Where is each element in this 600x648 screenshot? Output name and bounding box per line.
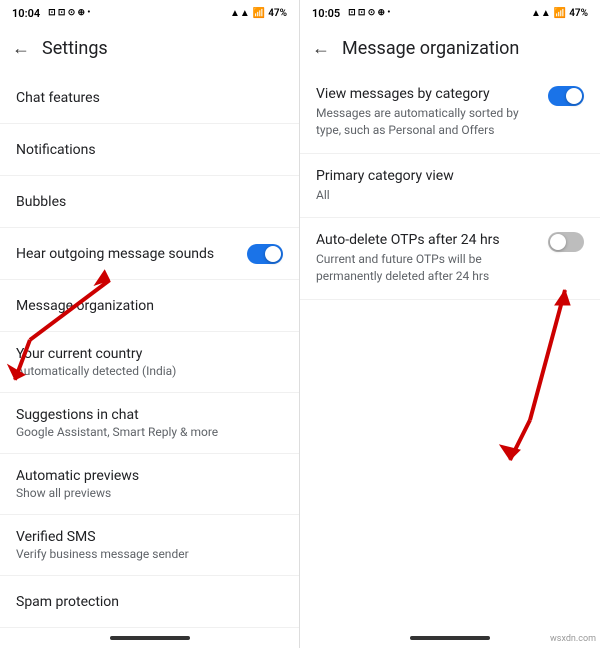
view-by-category-toggle[interactable] [548, 86, 584, 106]
status-icons-right: ▲▲ 📶 47% [531, 8, 588, 19]
left-home-indicator [0, 628, 299, 648]
suggestions-subtitle: Google Assistant, Smart Reply & more [16, 425, 283, 439]
left-status-bar: 10:04 ⊡ ⊡ ⊙ ⊕ • ▲▲ 📶 47% [0, 0, 299, 24]
status-time-left: 10:04 ⊡ ⊡ ⊙ ⊕ • [12, 7, 90, 20]
primary-category-title: Primary category view [316, 168, 576, 184]
left-screen-title: Settings [42, 38, 108, 59]
primary-category-subtitle: All [316, 187, 576, 204]
spam-label: Spam protection [16, 594, 283, 610]
msg-org-item-primary-category[interactable]: Primary category view All [300, 154, 600, 219]
battery-right: 47% [569, 8, 588, 19]
auto-previews-label: Automatic previews [16, 468, 283, 484]
signal-icon-left: ▲▲ [230, 8, 250, 19]
country-subtitle: Automatically detected (India) [16, 364, 283, 378]
verified-sms-label: Verified SMS [16, 529, 283, 545]
settings-item-suggestions[interactable]: Suggestions in chat Google Assistant, Sm… [0, 393, 299, 454]
country-label: Your current country [16, 346, 283, 362]
hear-sounds-toggle[interactable] [247, 244, 283, 264]
battery-left: 47% [268, 8, 287, 19]
right-home-bar [410, 636, 490, 640]
settings-item-country[interactable]: Your current country Automatically detec… [0, 332, 299, 393]
right-status-bar: 10:05 ⊡ ⊡ ⊙ ⊕ • ▲▲ 📶 47% [300, 0, 600, 24]
wifi-icon-left: 📶 [253, 8, 265, 19]
left-screen: 10:04 ⊡ ⊡ ⊙ ⊕ • ▲▲ 📶 47% ← Settings Chat… [0, 0, 300, 648]
settings-item-verified-sms[interactable]: Verified SMS Verify business message sen… [0, 515, 299, 576]
msg-org-item-view-by-category[interactable]: View messages by category Messages are a… [300, 72, 600, 154]
wifi-icon-right: 📶 [554, 8, 566, 19]
status-icons-left: ▲▲ 📶 47% [230, 8, 287, 19]
msg-org-list: View messages by category Messages are a… [300, 72, 600, 628]
bubbles-label: Bubbles [16, 194, 283, 210]
settings-item-spam[interactable]: Spam protection [0, 576, 299, 628]
left-top-bar: ← Settings [0, 24, 299, 72]
msg-org-item-auto-delete-otp[interactable]: Auto-delete OTPs after 24 hrs Current an… [300, 218, 600, 300]
verified-sms-subtitle: Verify business message sender [16, 547, 283, 561]
suggestions-label: Suggestions in chat [16, 407, 283, 423]
left-home-bar [110, 636, 190, 640]
auto-delete-otp-subtitle: Current and future OTPs will be permanen… [316, 251, 540, 285]
auto-delete-otp-title: Auto-delete OTPs after 24 hrs [316, 232, 540, 248]
time-left: 10:04 [12, 7, 40, 20]
hear-sounds-label: Hear outgoing message sounds [16, 246, 247, 262]
settings-item-auto-previews[interactable]: Automatic previews Show all previews [0, 454, 299, 515]
back-button-right[interactable]: ← [312, 38, 330, 59]
view-by-category-title: View messages by category [316, 86, 540, 102]
settings-item-notifications[interactable]: Notifications [0, 124, 299, 176]
auto-previews-subtitle: Show all previews [16, 486, 283, 500]
notification-icons-left: ⊡ ⊡ ⊙ ⊕ • [48, 8, 90, 18]
time-right: 10:05 [312, 7, 340, 20]
signal-icon-right: ▲▲ [531, 8, 551, 19]
status-time-right: 10:05 ⊡ ⊡ ⊙ ⊕ • [312, 7, 390, 20]
auto-delete-otp-toggle[interactable] [548, 232, 584, 252]
settings-item-chat-features[interactable]: Chat features [0, 72, 299, 124]
settings-item-bubbles[interactable]: Bubbles [0, 176, 299, 228]
right-screen: 10:05 ⊡ ⊡ ⊙ ⊕ • ▲▲ 📶 47% ← Message organ… [300, 0, 600, 648]
view-by-category-subtitle: Messages are automatically sorted by typ… [316, 105, 540, 139]
message-org-label: Message organization [16, 298, 283, 314]
notifications-label: Notifications [16, 142, 283, 158]
settings-item-hear-sounds[interactable]: Hear outgoing message sounds [0, 228, 299, 280]
watermark: wsxdn.com [550, 634, 596, 644]
chat-features-label: Chat features [16, 90, 283, 106]
settings-item-message-org[interactable]: Message organization [0, 280, 299, 332]
back-button-left[interactable]: ← [12, 38, 30, 59]
right-top-bar: ← Message organization [300, 24, 600, 72]
settings-list: Chat features Notifications Bubbles Hear… [0, 72, 299, 628]
notification-icons-right: ⊡ ⊡ ⊙ ⊕ • [348, 8, 390, 18]
right-screen-title: Message organization [342, 38, 519, 59]
